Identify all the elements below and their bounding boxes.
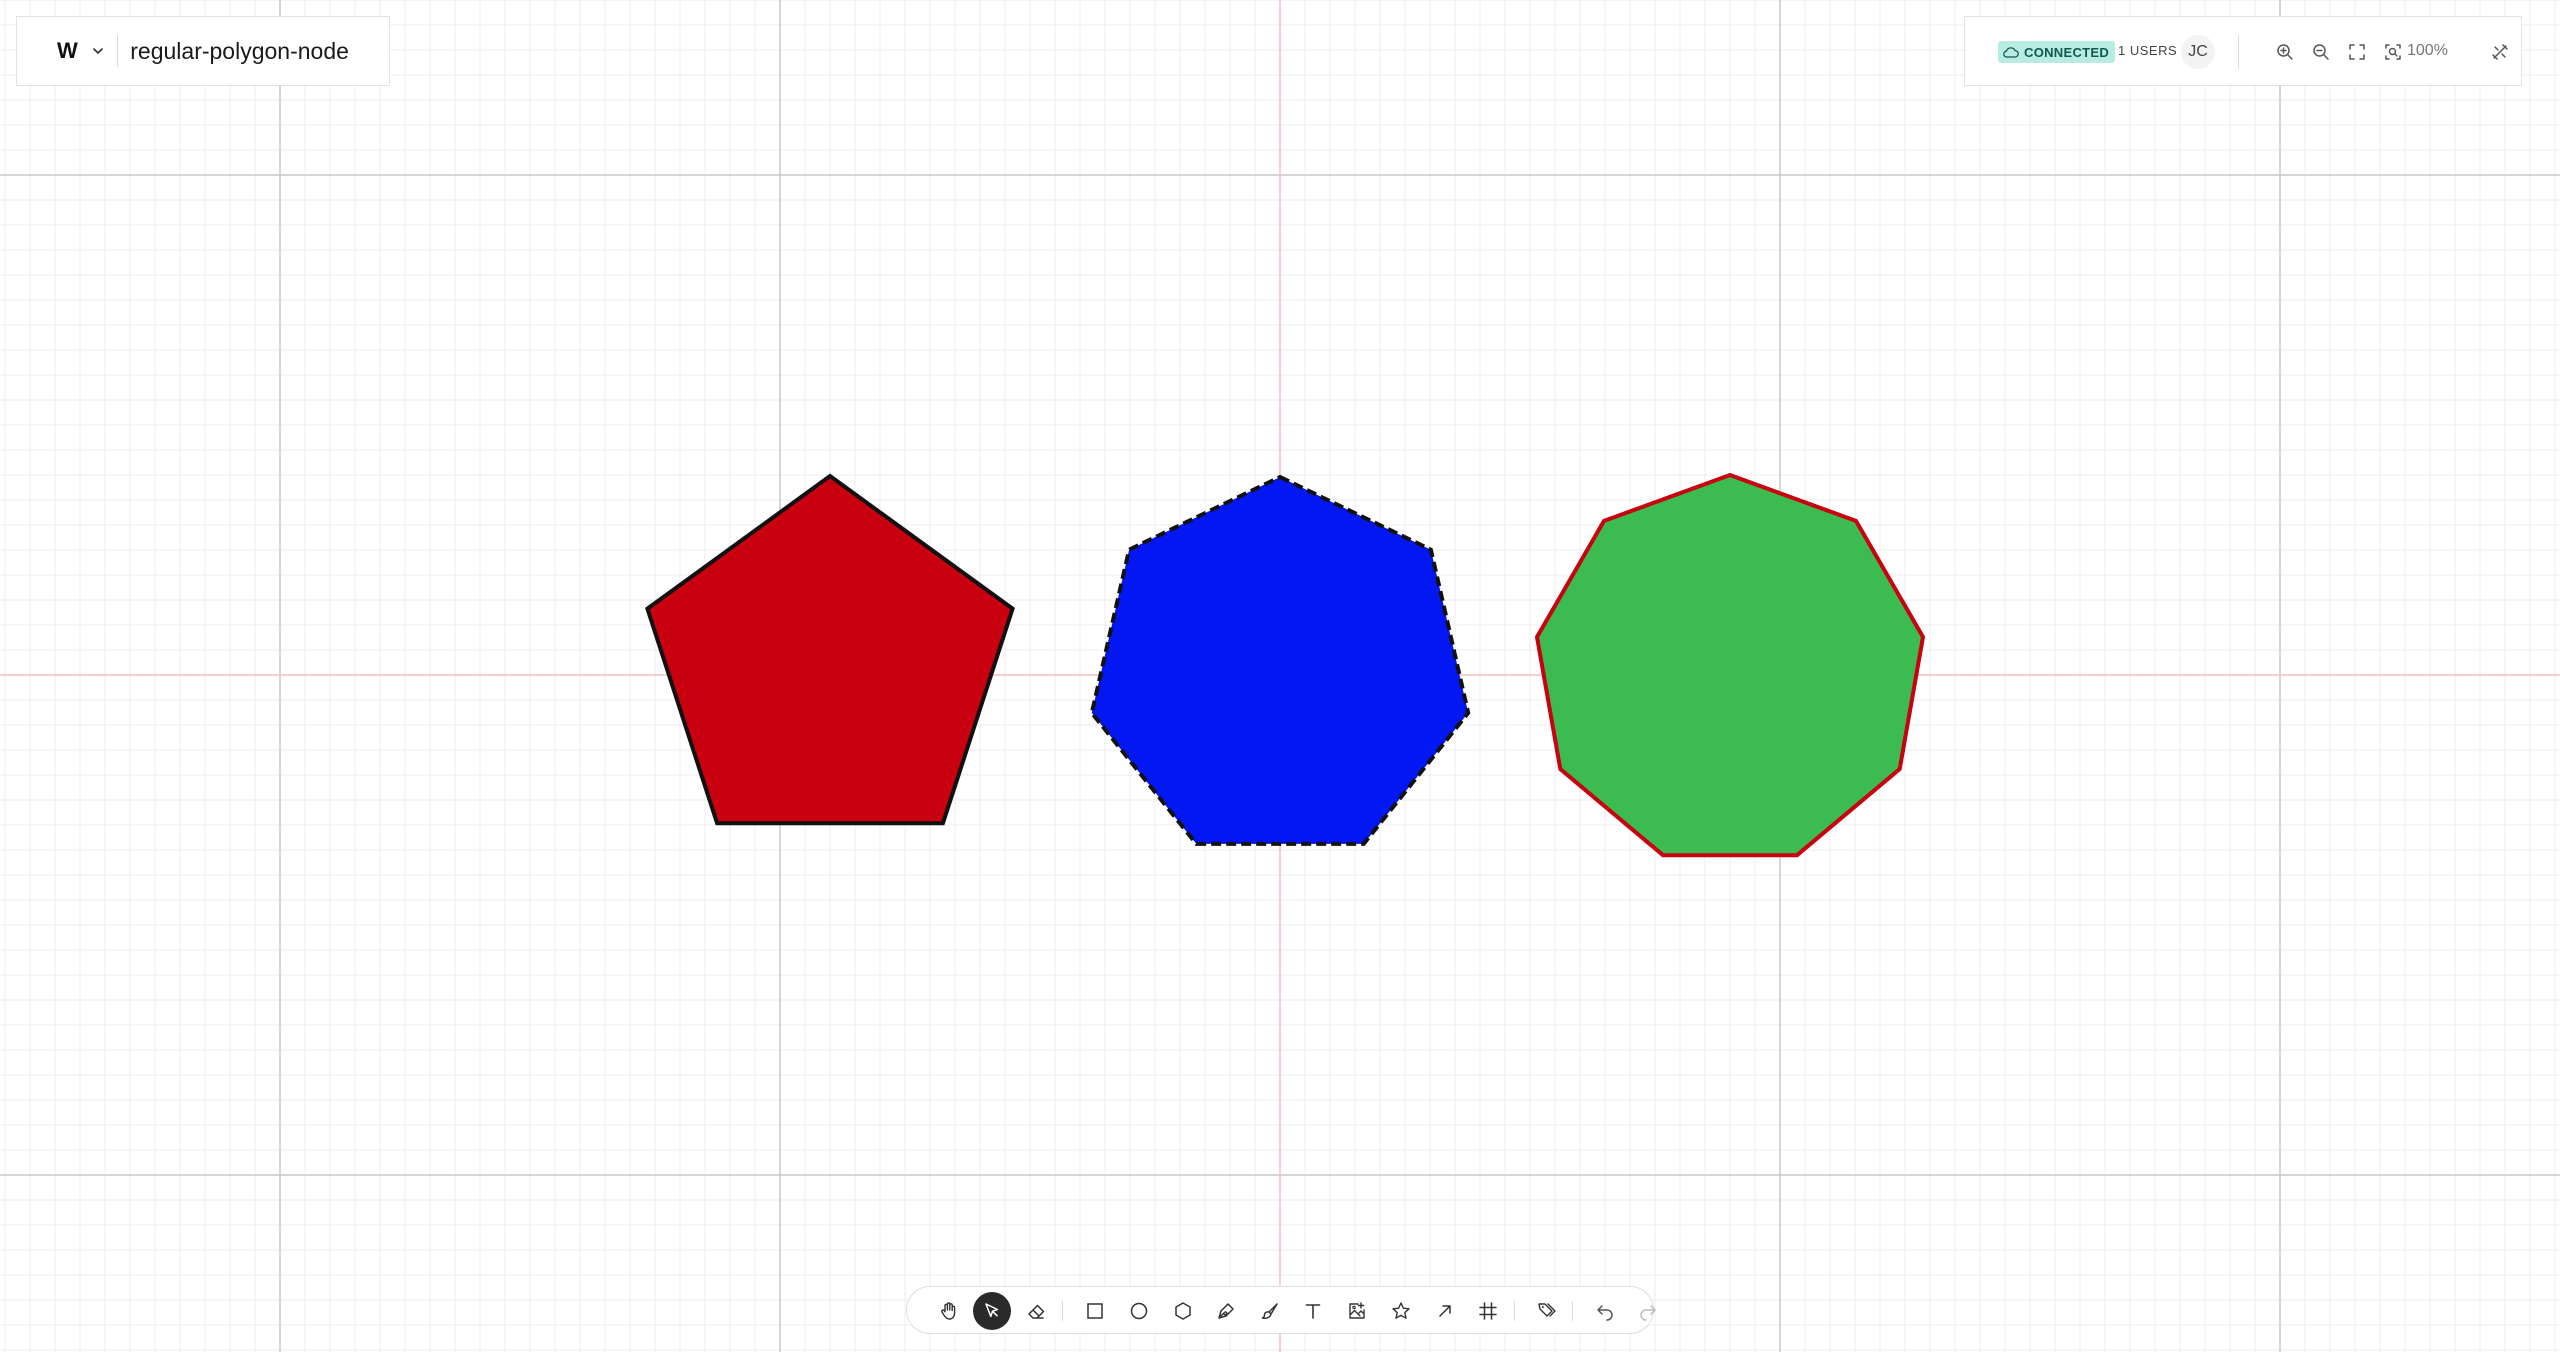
redo-icon <box>1640 1305 1656 1321</box>
brush-icon <box>1261 1303 1278 1320</box>
text-icon <box>1305 1304 1321 1319</box>
star-icon <box>1392 1302 1410 1319</box>
users-count: 1 USERS <box>2118 43 2178 58</box>
zoom-in-icon <box>2277 44 2293 60</box>
shape-layer <box>645 472 1926 858</box>
image-icon <box>1349 1302 1365 1319</box>
hand-icon <box>941 1302 956 1320</box>
avatar[interactable]: JC <box>2181 35 2215 69</box>
undo-icon <box>1597 1305 1613 1321</box>
hexagon-icon <box>1175 1302 1191 1320</box>
rectangle-tool[interactable] <box>1076 1292 1114 1330</box>
text-tool[interactable] <box>1294 1292 1332 1330</box>
image-tool[interactable] <box>1338 1292 1376 1330</box>
bottom-toolbar <box>906 1286 1656 1334</box>
undo-button[interactable] <box>1586 1292 1624 1330</box>
star-tool[interactable] <box>1382 1292 1420 1330</box>
document-panel: W regular-polygon-node <box>16 16 390 86</box>
divider <box>1572 1301 1573 1321</box>
zoom-level[interactable]: 100% <box>2407 42 2448 60</box>
avatar-initials: JC <box>2188 43 2208 60</box>
canvas-grid <box>0 0 2560 1352</box>
heptagon-shape[interactable] <box>1089 474 1471 846</box>
arrow-tool[interactable] <box>1426 1292 1464 1330</box>
zoom-in-button[interactable] <box>2273 40 2297 64</box>
cloud-icon <box>2003 47 2019 58</box>
status-panel: CONNECTED 1 USERS JC 100% <box>1964 16 2522 86</box>
divider <box>117 35 119 67</box>
zoom-out-button[interactable] <box>2309 40 2333 64</box>
eraser-tool[interactable] <box>1017 1292 1055 1330</box>
frame-tool[interactable] <box>1469 1292 1507 1330</box>
divider <box>1062 1301 1063 1321</box>
nonagon-shape[interactable] <box>1534 472 1926 858</box>
app-menu-button[interactable]: W <box>17 17 117 85</box>
eraser-icon <box>1028 1304 1045 1319</box>
fit-screen-icon <box>2349 44 2365 60</box>
pen-icon <box>1218 1303 1234 1319</box>
tag-tool[interactable] <box>1528 1292 1566 1330</box>
zoom-to-selection-icon <box>2385 44 2401 60</box>
chevron-down-icon <box>93 48 104 54</box>
divider <box>1514 1301 1515 1321</box>
app-logo: W <box>57 38 78 63</box>
ellipse-tool[interactable] <box>1120 1292 1158 1330</box>
zoom-out-icon <box>2313 44 2329 60</box>
connection-status-text: CONNECTED <box>2024 44 2110 60</box>
pentagon-shape[interactable] <box>645 473 1015 826</box>
fit-screen-button[interactable] <box>2345 40 2369 64</box>
whiteboard-canvas[interactable] <box>0 0 2560 1352</box>
pen-tool[interactable] <box>1207 1292 1245 1330</box>
connection-status-badge: CONNECTED <box>1998 41 2116 63</box>
frame-icon <box>1479 1302 1497 1320</box>
divider <box>2238 35 2239 69</box>
redo-button[interactable] <box>1629 1292 1667 1330</box>
circle-icon <box>1130 1302 1148 1320</box>
tags-icon <box>1538 1303 1556 1317</box>
document-title[interactable]: regular-polygon-node <box>130 38 349 65</box>
select-tool[interactable] <box>973 1292 1011 1330</box>
square-icon <box>1087 1303 1103 1319</box>
settings-tools-button[interactable] <box>2488 40 2512 64</box>
zoom-to-selection-button[interactable] <box>2381 40 2405 64</box>
settings-tools-icon <box>2492 44 2508 60</box>
arrow-icon <box>1439 1305 1451 1317</box>
polygon-tool[interactable] <box>1164 1292 1202 1330</box>
cursor-icon <box>985 1303 999 1318</box>
hand-tool[interactable] <box>930 1292 968 1330</box>
brush-tool[interactable] <box>1251 1292 1289 1330</box>
